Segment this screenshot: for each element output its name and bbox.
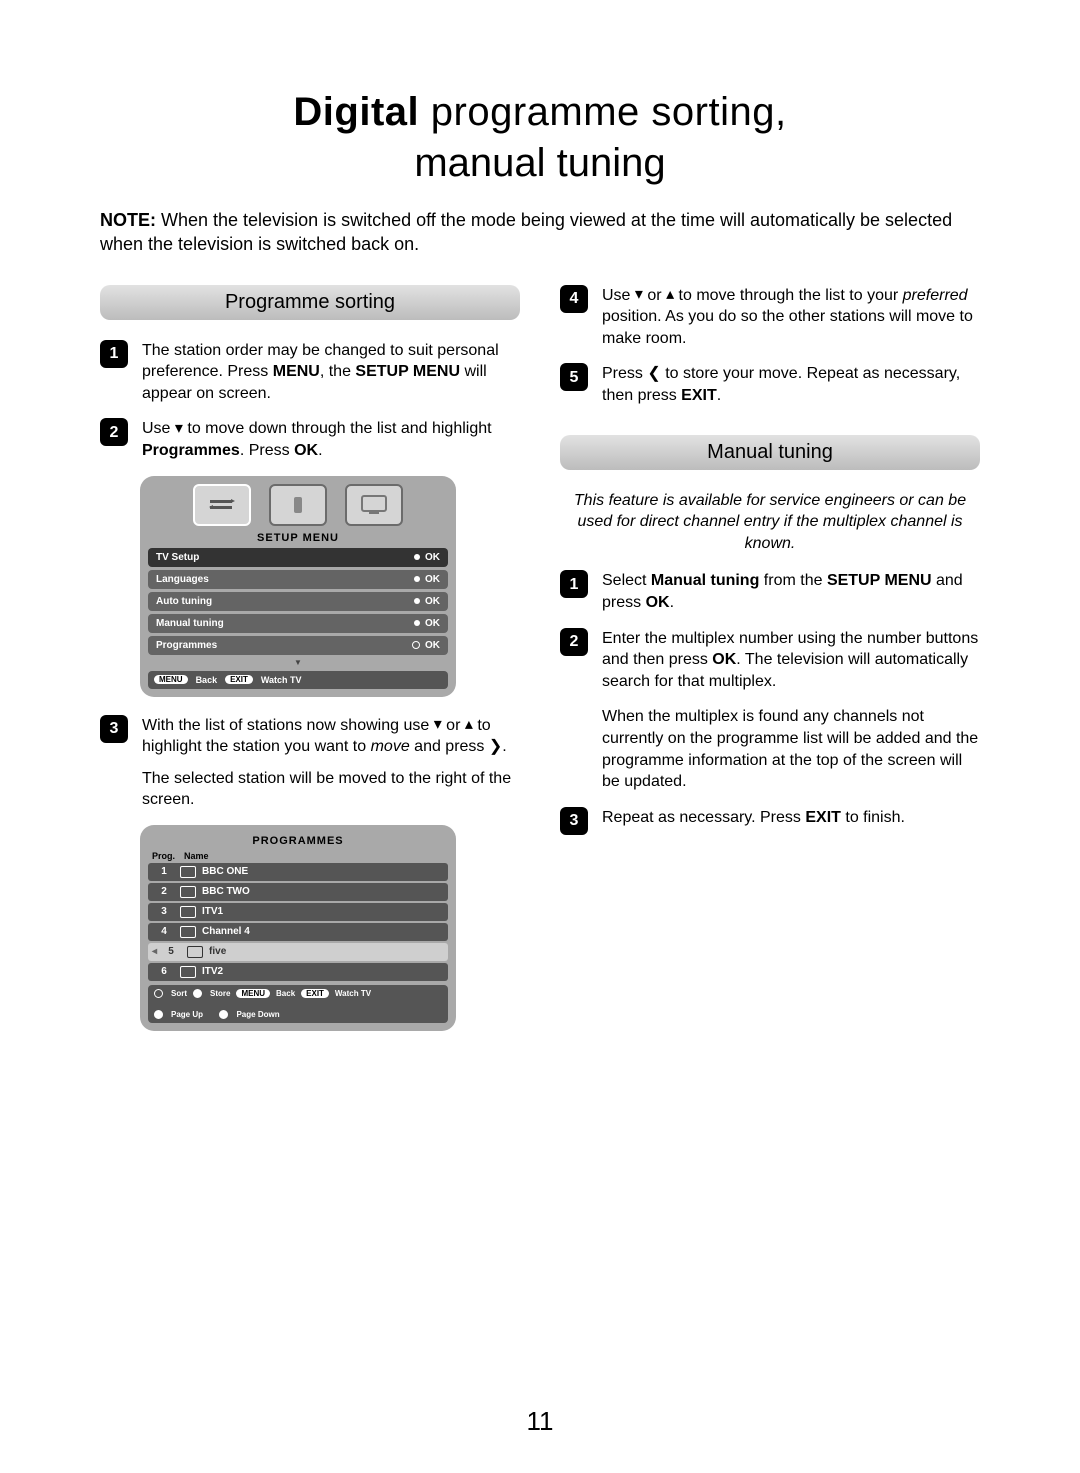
programme-row: 4Channel 4 [148,923,448,941]
programme-row: 3ITV1 [148,903,448,921]
programme-row: ◂5five [148,943,448,961]
page-number: 11 [0,1406,1080,1437]
setup-menu-item: Auto tuningOK [148,592,448,611]
step-3: 3 With the list of stations now showing … [100,715,520,811]
setup-menu-item: ProgrammesOK [148,636,448,655]
tab-icon-tools [269,484,327,526]
programme-row: 1BBC ONE [148,863,448,881]
manual-step-3: 3 Repeat as necessary. Press EXIT to fin… [560,807,980,835]
step-1: 1 The station order may be changed to su… [100,340,520,405]
setup-menu-item: LanguagesOK [148,570,448,589]
tab-icon-setup [193,484,251,526]
programme-row: 6ITV2 [148,963,448,981]
step-4: 4 Use ▾ or ▴ to move through the list to… [560,285,980,350]
page-title: Digital programme sorting, [100,90,980,135]
setup-menu-item: Manual tuningOK [148,614,448,633]
manual-step-1: 1 Select Manual tuning from the SETUP ME… [560,570,980,613]
page-title-line2: manual tuning [100,141,980,186]
setup-menu-item: TV SetupOK [148,548,448,567]
manual-intro: This feature is available for service en… [560,490,980,571]
programmes-screenshot: PROGRAMMES Prog.Name 1BBC ONE2BBC TWO3IT… [140,825,456,1031]
setup-menu-screenshot: SETUP MENU TV SetupOKLanguagesOKAuto tun… [140,476,456,697]
step-5: 5 Press ❮ to store your move. Repeat as … [560,363,980,406]
manual-step-2: 2 Enter the multiplex number using the n… [560,628,980,793]
section-manual-tuning: Manual tuning [560,435,980,470]
note: NOTE: When the television is switched of… [100,208,980,257]
step-2: 2 Use ▾ to move down through the list an… [100,418,520,461]
section-programme-sorting: Programme sorting [100,285,520,320]
programme-row: 2BBC TWO [148,883,448,901]
tab-icon-tv [345,484,403,526]
